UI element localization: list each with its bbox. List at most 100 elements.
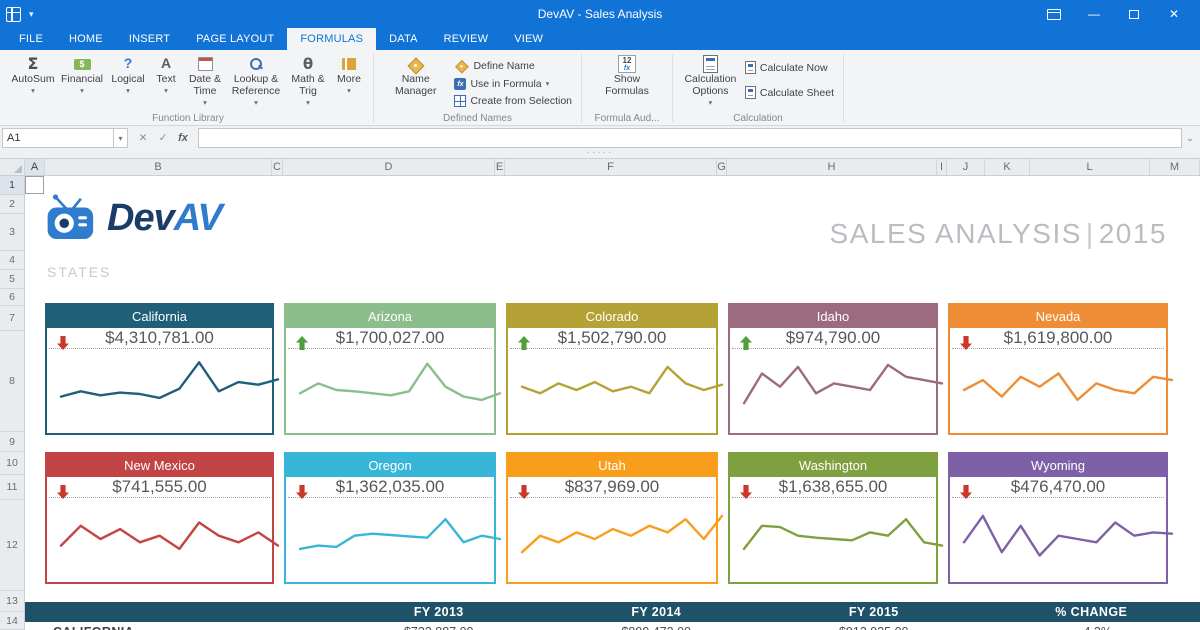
state-value: $974,790.00 <box>786 328 881 348</box>
insert-function-icon[interactable]: fx <box>174 129 192 147</box>
calculate-sheet-button[interactable]: Calculate Sheet <box>742 85 837 100</box>
formula-bar-resize-gripper[interactable]: ····· <box>0 150 1200 158</box>
name-box-caret-icon[interactable]: ▾ <box>114 128 128 148</box>
row-header-12[interactable]: 12 <box>0 500 24 591</box>
title-bar: ▾ DevAV - Sales Analysis — ✕ <box>0 0 1200 28</box>
tab-page-layout[interactable]: PAGE LAYOUT <box>183 28 287 50</box>
devav-logo-text: DevAV <box>107 197 222 240</box>
row-header-3[interactable]: 3 <box>0 214 24 251</box>
calculation-options-button[interactable]: Calculation Options ▾ <box>679 53 742 108</box>
lookup-reference-button[interactable]: Lookup & Reference ▾ <box>227 53 285 108</box>
formula-bar-collapse-icon[interactable]: ⌄ <box>1182 128 1198 148</box>
trend-arrow-icon <box>296 485 308 499</box>
summary-row-fy2015: $913,935.00 <box>765 622 983 630</box>
column-header-m[interactable]: M <box>1150 159 1200 175</box>
column-header-l[interactable]: L <box>1030 159 1150 175</box>
group-label-formula-auditing: Formula Aud... <box>583 113 671 124</box>
summary-header-state-col <box>25 602 330 622</box>
state-card-wyoming: Wyoming $476,470.00 <box>948 452 1168 584</box>
autosum-button[interactable]: Σ AutoSum ▾ <box>9 53 57 96</box>
tab-insert[interactable]: INSERT <box>116 28 183 50</box>
name-manager-button[interactable]: Name Manager <box>380 53 451 100</box>
column-header-g[interactable]: G <box>717 159 727 175</box>
create-from-selection-button[interactable]: Create from Selection <box>451 94 575 108</box>
column-header-c[interactable]: C <box>272 159 283 175</box>
maximize-button[interactable] <box>1114 0 1154 28</box>
summary-header-fy2014: FY 2014 <box>548 602 766 622</box>
tab-file[interactable]: FILE <box>6 28 56 50</box>
row-header-14[interactable]: 14 <box>0 612 24 630</box>
column-header-b[interactable]: B <box>45 159 272 175</box>
row-header-1[interactable]: 1 <box>0 176 24 195</box>
state-card-title: Nevada <box>950 305 1166 328</box>
text-button[interactable]: A Text ▾ <box>149 53 183 96</box>
row-header-10[interactable]: 10 <box>0 452 24 475</box>
ribbon-display-options-button[interactable] <box>1034 0 1074 28</box>
row-header-7[interactable]: 7 <box>0 306 24 331</box>
tab-data[interactable]: DATA <box>376 28 431 50</box>
financial-button[interactable]: $ Financial ▾ <box>57 53 107 96</box>
row-header-4[interactable]: 4 <box>0 251 24 270</box>
calculate-now-button[interactable]: Calculate Now <box>742 60 837 75</box>
minimize-button[interactable]: — <box>1074 0 1114 28</box>
column-header-h[interactable]: H <box>727 159 937 175</box>
close-button[interactable]: ✕ <box>1154 0 1194 28</box>
logical-button[interactable]: ? Logical ▾ <box>107 53 149 96</box>
state-sparkline <box>47 349 272 433</box>
states-section-label: STATES <box>47 264 111 280</box>
calculate-sheet-icon <box>745 86 756 99</box>
state-sparkline <box>286 498 494 582</box>
dropdown-caret-icon: ▾ <box>80 87 84 95</box>
state-value: $741,555.00 <box>112 477 207 497</box>
group-defined-names: Name Manager Define Name fx Use in Formu… <box>375 50 580 125</box>
formula-input[interactable] <box>198 128 1182 148</box>
tab-view[interactable]: VIEW <box>501 28 556 50</box>
define-name-button[interactable]: Define Name <box>451 57 575 74</box>
show-formulas-button[interactable]: 12fx Show Formulas <box>588 53 666 100</box>
dropdown-caret-icon: ▾ <box>306 99 310 107</box>
row-header-8[interactable]: 8 <box>0 331 24 432</box>
tab-formulas[interactable]: FORMULAS <box>287 28 376 50</box>
worksheet[interactable]: DevAV SALES ANALYSIS|2015 STATES Califor… <box>25 176 1200 630</box>
row-header-6[interactable]: 6 <box>0 289 24 306</box>
column-header-d[interactable]: D <box>283 159 495 175</box>
name-box[interactable] <box>2 128 114 148</box>
column-header-i[interactable]: I <box>937 159 947 175</box>
row-header-11[interactable]: 11 <box>0 475 24 500</box>
column-header-f[interactable]: F <box>505 159 717 175</box>
state-card-title: Washington <box>730 454 936 477</box>
state-sparkline <box>730 498 936 582</box>
row-header-5[interactable]: 5 <box>0 270 24 289</box>
math-trig-button[interactable]: θ Math & Trig ▾ <box>285 53 331 108</box>
dropdown-caret-icon: ▾ <box>347 87 351 95</box>
column-header-e[interactable]: E <box>495 159 505 175</box>
tab-home[interactable]: HOME <box>56 28 116 50</box>
column-header-a[interactable]: A <box>25 159 45 175</box>
tab-review[interactable]: REVIEW <box>431 28 502 50</box>
row-header-9[interactable]: 9 <box>0 432 24 452</box>
state-value: $1,502,790.00 <box>558 328 667 348</box>
state-sparkline <box>508 498 716 582</box>
column-header-j[interactable]: J <box>947 159 985 175</box>
state-value: $4,310,781.00 <box>105 328 214 348</box>
trend-arrow-icon <box>57 336 69 350</box>
use-in-formula-button[interactable]: fx Use in Formula ▾ <box>451 77 575 91</box>
column-header-k[interactable]: K <box>985 159 1030 175</box>
select-all-corner[interactable] <box>0 159 25 175</box>
active-cell-a1[interactable] <box>25 176 44 194</box>
date-time-button[interactable]: Date & Time ▾ <box>183 53 227 108</box>
state-card-colorado: Colorado $1,502,790.00 <box>506 303 718 435</box>
ribbon-display-options-icon <box>1047 9 1061 20</box>
sheet-title: SALES ANALYSIS|2015 <box>830 218 1167 250</box>
row-header-13[interactable]: 13 <box>0 591 24 612</box>
state-card-title: Utah <box>508 454 716 477</box>
enter-entry-icon[interactable]: ✓ <box>154 129 172 147</box>
cancel-entry-icon[interactable]: ✕ <box>134 129 152 147</box>
app-icon[interactable] <box>6 7 21 22</box>
trend-arrow-icon <box>740 485 752 499</box>
state-card-title: Wyoming <box>950 454 1166 477</box>
calculate-now-icon <box>745 61 756 74</box>
row-header-2[interactable]: 2 <box>0 195 24 214</box>
more-functions-button[interactable]: More ▾ <box>331 53 367 96</box>
quick-access-caret-icon[interactable]: ▾ <box>29 9 34 20</box>
